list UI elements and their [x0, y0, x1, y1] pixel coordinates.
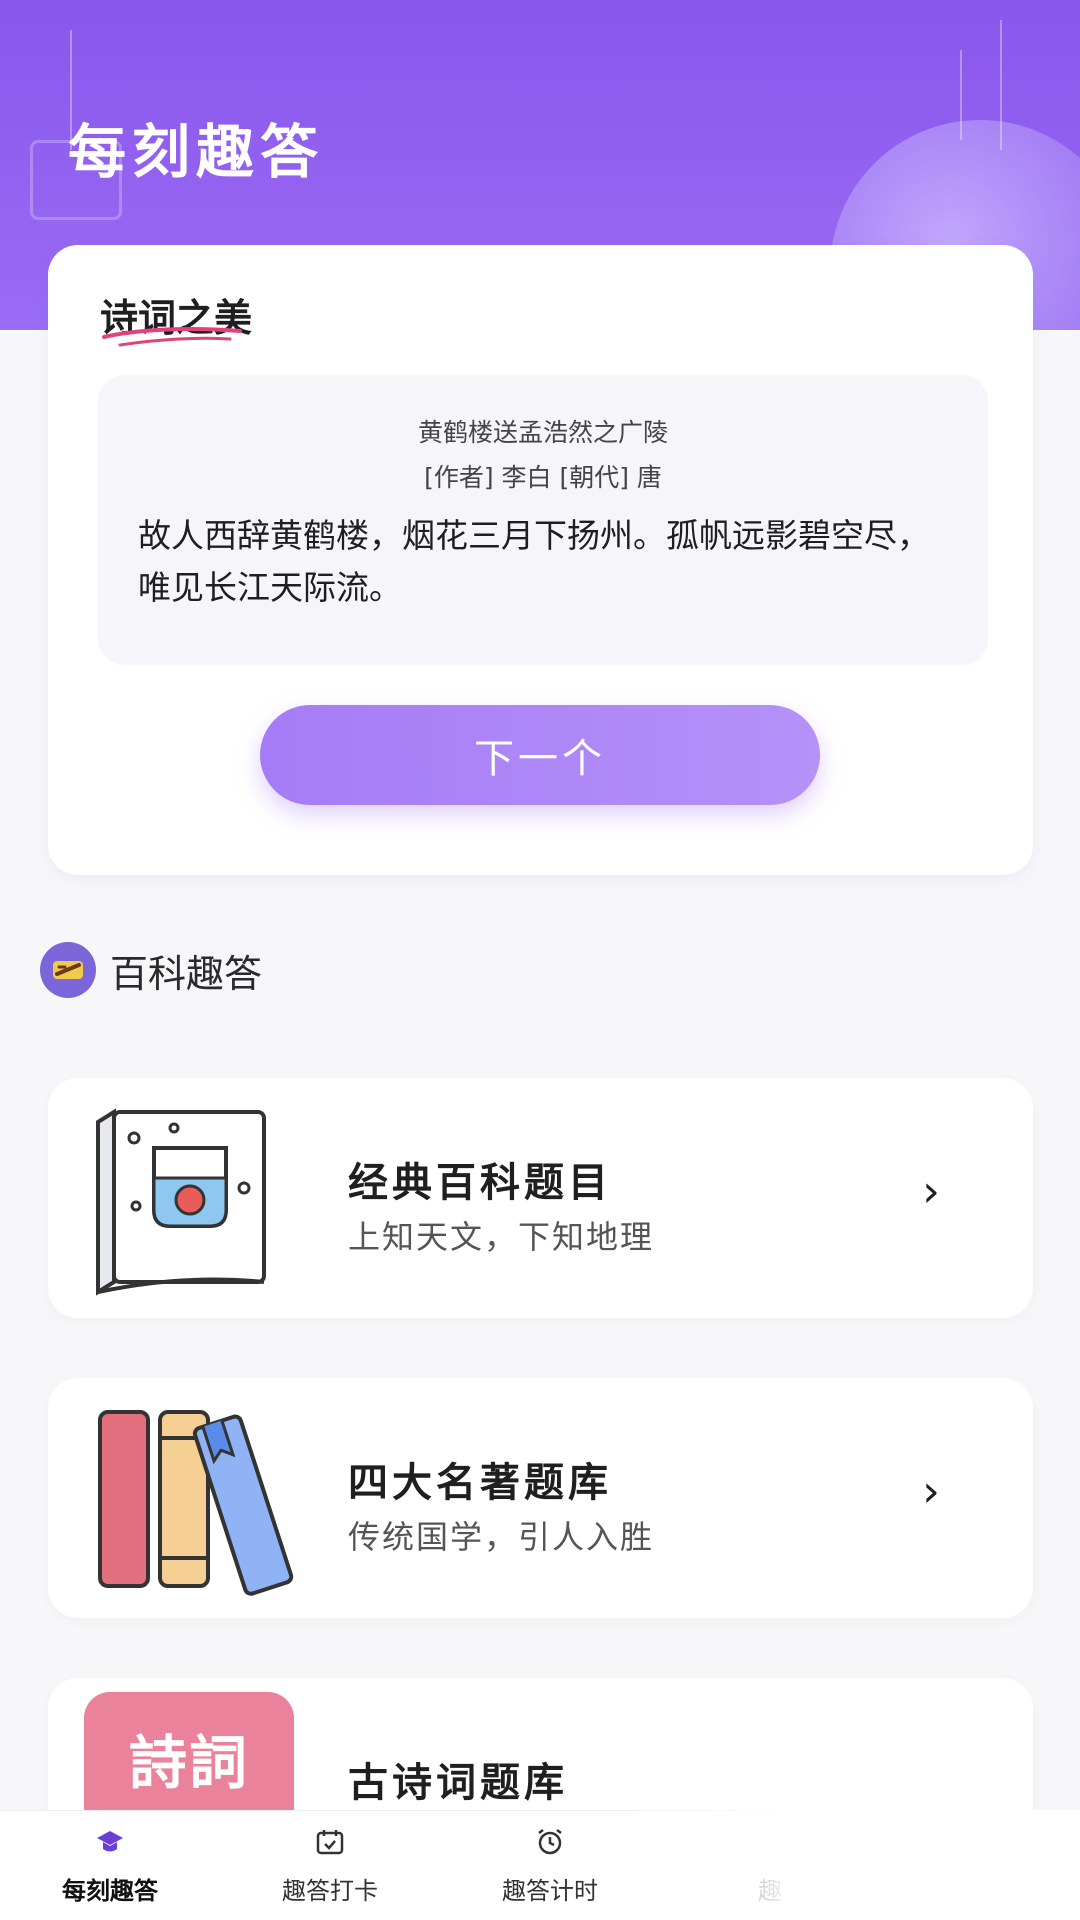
- nav-fade-overlay: [600, 1810, 1080, 1920]
- poem-card: 诗词之美 黄鹤楼送孟浩然之广陵 [作者] 李白 [朝代] 唐 故人西辞黄鹤楼，烟…: [48, 245, 1033, 875]
- nav-tab-home[interactable]: 每刻趣答: [0, 1811, 220, 1920]
- books-icon: [98, 1410, 294, 1596]
- decor-line: [1000, 20, 1002, 150]
- card-subtitle: 上知天文，下知地理: [348, 1218, 655, 1256]
- list-item-four-classics[interactable]: 四大名著题库 传统国学，引人入胜 ›: [48, 1378, 1033, 1618]
- chevron-right-icon: ›: [922, 1466, 940, 1517]
- wiki-section-header: 百科趣答: [40, 942, 262, 998]
- nav-label: 每刻趣答: [62, 1877, 158, 1905]
- wiki-badge-icon: [40, 942, 96, 998]
- wiki-section-title: 百科趣答: [110, 951, 263, 996]
- poem-title: 黄鹤楼送孟浩然之广陵: [417, 418, 668, 447]
- next-poem-button[interactable]: 下一个: [260, 705, 820, 805]
- decor-line: [960, 50, 962, 140]
- nav-label: 趣答打卡: [282, 1877, 378, 1905]
- list-item-classic-wiki[interactable]: 经典百科题目 上知天文，下知地理 ›: [48, 1078, 1033, 1318]
- calendar-check-icon: [316, 1830, 344, 1855]
- graduation-cap-icon: [97, 1831, 123, 1852]
- nav-tab-checkin[interactable]: 趣答打卡: [220, 1811, 440, 1920]
- underline-decoration-icon: [102, 327, 242, 347]
- card-subtitle: 传统国学，引人入胜: [348, 1518, 655, 1556]
- poem-text: 故人西辞黄鹤楼，烟花三月下扬州。孤帆远影碧空尽，唯见长江天际流。: [138, 516, 930, 607]
- card-title: 四大名著题库: [348, 1460, 612, 1506]
- app-title: 每刻趣答: [68, 118, 325, 186]
- poem-meta: [作者] 李白 [朝代] 唐: [424, 463, 662, 492]
- poem-box: 黄鹤楼送孟浩然之广陵 [作者] 李白 [朝代] 唐 故人西辞黄鹤楼，烟花三月下扬…: [98, 375, 988, 665]
- glass-book-icon: [96, 1108, 266, 1296]
- poetry-book-icon-text: 詩詞: [128, 1729, 249, 1797]
- alarm-clock-icon: [538, 1829, 562, 1855]
- card-title: 古诗词题库: [348, 1760, 568, 1806]
- card-title: 经典百科题目: [348, 1160, 612, 1206]
- chevron-right-icon: ›: [922, 1166, 940, 1217]
